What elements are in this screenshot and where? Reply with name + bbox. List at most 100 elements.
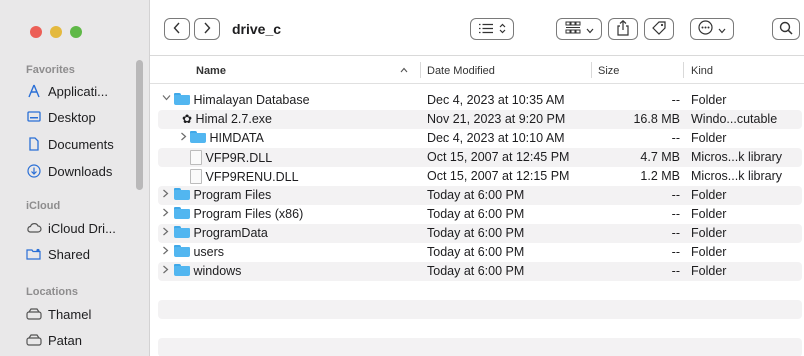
folder-icon — [174, 188, 190, 200]
share-button[interactable] — [608, 18, 638, 40]
file-kind: Folder — [691, 131, 727, 145]
table-row[interactable]: Program Files (x86) Today at 6:00 PM -- … — [158, 205, 802, 224]
chevron-right-icon[interactable] — [162, 189, 172, 199]
chevron-down-icon[interactable] — [162, 94, 172, 104]
table-row[interactable]: users Today at 6:00 PM -- Folder — [158, 243, 802, 262]
view-options-button[interactable] — [470, 18, 514, 40]
chevron-updown-icon — [499, 22, 506, 37]
file-kind: Folder — [691, 264, 727, 278]
chevron-left-icon — [173, 22, 181, 37]
file-name: Himal 2.7.exe — [195, 112, 272, 126]
sidebar-item-patan[interactable]: Patan — [26, 332, 82, 348]
column-size-header[interactable]: Size — [598, 65, 619, 77]
file-name: ProgramData — [193, 226, 268, 240]
drive-icon — [26, 332, 42, 348]
desktop-icon — [26, 109, 42, 125]
table-row[interactable]: Program Files Today at 6:00 PM -- Folder — [158, 186, 802, 205]
applications-icon — [26, 83, 42, 99]
file-kind: Folder — [691, 93, 727, 107]
sidebar-item-shared[interactable]: Shared — [26, 246, 90, 262]
sidebar: Favorites Applicati... Desktop Documents… — [0, 0, 150, 356]
sidebar-item-label: Downloads — [48, 163, 113, 179]
forward-button[interactable] — [194, 18, 220, 40]
file-size: -- — [671, 188, 680, 202]
chevron-right-icon[interactable] — [162, 265, 172, 275]
icloud-icon — [26, 220, 42, 236]
back-button[interactable] — [164, 18, 190, 40]
sidebar-item-downloads[interactable]: Downloads — [26, 163, 112, 179]
sort-chevron-up-icon — [400, 64, 408, 76]
document-icon — [190, 150, 202, 165]
column-name-header[interactable]: Name — [196, 65, 226, 77]
date-modified: Dec 4, 2023 at 10:35 AM — [427, 93, 565, 107]
sidebar-section-favorites: Favorites — [26, 64, 75, 76]
file-size: -- — [671, 207, 680, 221]
file-kind: Folder — [691, 188, 727, 202]
table-row[interactable]: VFP9R.DLL Oct 15, 2007 at 12:45 PM 4.7 M… — [158, 148, 802, 167]
sidebar-item-label: Documents — [48, 136, 114, 152]
file-size: 16.8 MB — [633, 112, 680, 126]
column-divider[interactable] — [683, 62, 684, 78]
file-size: -- — [671, 245, 680, 259]
column-header: Name Date Modified Size Kind — [150, 56, 804, 84]
chevron-right-icon[interactable] — [162, 246, 172, 256]
file-name: HIMDATA — [209, 131, 264, 145]
folder-icon — [174, 207, 190, 219]
zoom-window-button[interactable] — [70, 26, 82, 38]
sidebar-item-desktop[interactable]: Desktop — [26, 109, 96, 125]
file-kind: Micros...k library — [691, 169, 782, 183]
more-actions-button[interactable] — [690, 18, 734, 40]
file-name: windows — [193, 264, 242, 278]
file-size: -- — [671, 93, 680, 107]
date-modified: Oct 15, 2007 at 12:45 PM — [427, 150, 570, 164]
sidebar-item-label: Applicati... — [48, 83, 108, 99]
column-date-header[interactable]: Date Modified — [427, 65, 495, 77]
table-row[interactable]: ✿ Himal 2.7.exe Nov 21, 2023 at 9:20 PM … — [158, 110, 802, 129]
documents-icon — [26, 136, 42, 152]
chevron-down-icon — [718, 22, 726, 37]
sidebar-section-icloud: iCloud — [26, 200, 61, 212]
sidebar-scrollbar[interactable] — [136, 60, 143, 190]
group-button[interactable] — [556, 18, 602, 40]
file-name: VFP9R.DLL — [205, 151, 273, 165]
close-window-button[interactable] — [30, 26, 42, 38]
chevron-right-icon[interactable] — [180, 132, 190, 142]
file-kind: Folder — [691, 226, 727, 240]
date-modified: Nov 21, 2023 at 9:20 PM — [427, 112, 566, 126]
window-title: drive_c — [232, 21, 282, 37]
file-kind: Folder — [691, 245, 727, 259]
minimize-window-button[interactable] — [50, 26, 62, 38]
column-kind-header[interactable]: Kind — [691, 65, 713, 77]
file-size: -- — [671, 131, 680, 145]
table-row[interactable]: Himalayan Database Dec 4, 2023 at 10:35 … — [158, 91, 802, 110]
table-row[interactable]: HIMDATA Dec 4, 2023 at 10:10 AM -- Folde… — [158, 129, 802, 148]
sidebar-item-label: Shared — [48, 246, 90, 262]
folder-icon — [190, 131, 206, 143]
finder-window: Favorites Applicati... Desktop Documents… — [0, 0, 804, 356]
table-row[interactable]: windows Today at 6:00 PM -- Folder — [158, 262, 802, 281]
sidebar-item-label: Patan — [48, 332, 82, 348]
sidebar-item-thamel[interactable]: Thamel — [26, 306, 91, 322]
column-divider[interactable] — [420, 62, 421, 78]
file-size: -- — [671, 226, 680, 240]
chevron-right-icon — [203, 22, 211, 37]
chevron-right-icon[interactable] — [162, 227, 172, 237]
file-name: users — [193, 245, 225, 259]
shared-folder-icon — [26, 246, 42, 262]
sidebar-item-label: iCloud Dri... — [48, 220, 116, 236]
file-kind: Folder — [691, 207, 727, 221]
column-divider[interactable] — [591, 62, 592, 78]
table-row[interactable]: ProgramData Today at 6:00 PM -- Folder — [158, 224, 802, 243]
search-button[interactable] — [772, 18, 800, 40]
sidebar-item-icloud-drive[interactable]: iCloud Dri... — [26, 220, 116, 236]
file-name: Program Files (x86) — [193, 207, 304, 221]
sidebar-section-locations: Locations — [26, 286, 78, 298]
file-kind: Micros...k library — [691, 150, 782, 164]
window-controls — [30, 26, 82, 38]
tag-button[interactable] — [644, 18, 674, 40]
table-row[interactable]: VFP9RENU.DLL Oct 15, 2007 at 12:15 PM 1.… — [158, 167, 802, 186]
chevron-right-icon[interactable] — [162, 208, 172, 218]
sidebar-item-applications[interactable]: Applicati... — [26, 83, 108, 99]
sidebar-item-documents[interactable]: Documents — [26, 136, 114, 152]
file-name: VFP9RENU.DLL — [205, 170, 299, 184]
